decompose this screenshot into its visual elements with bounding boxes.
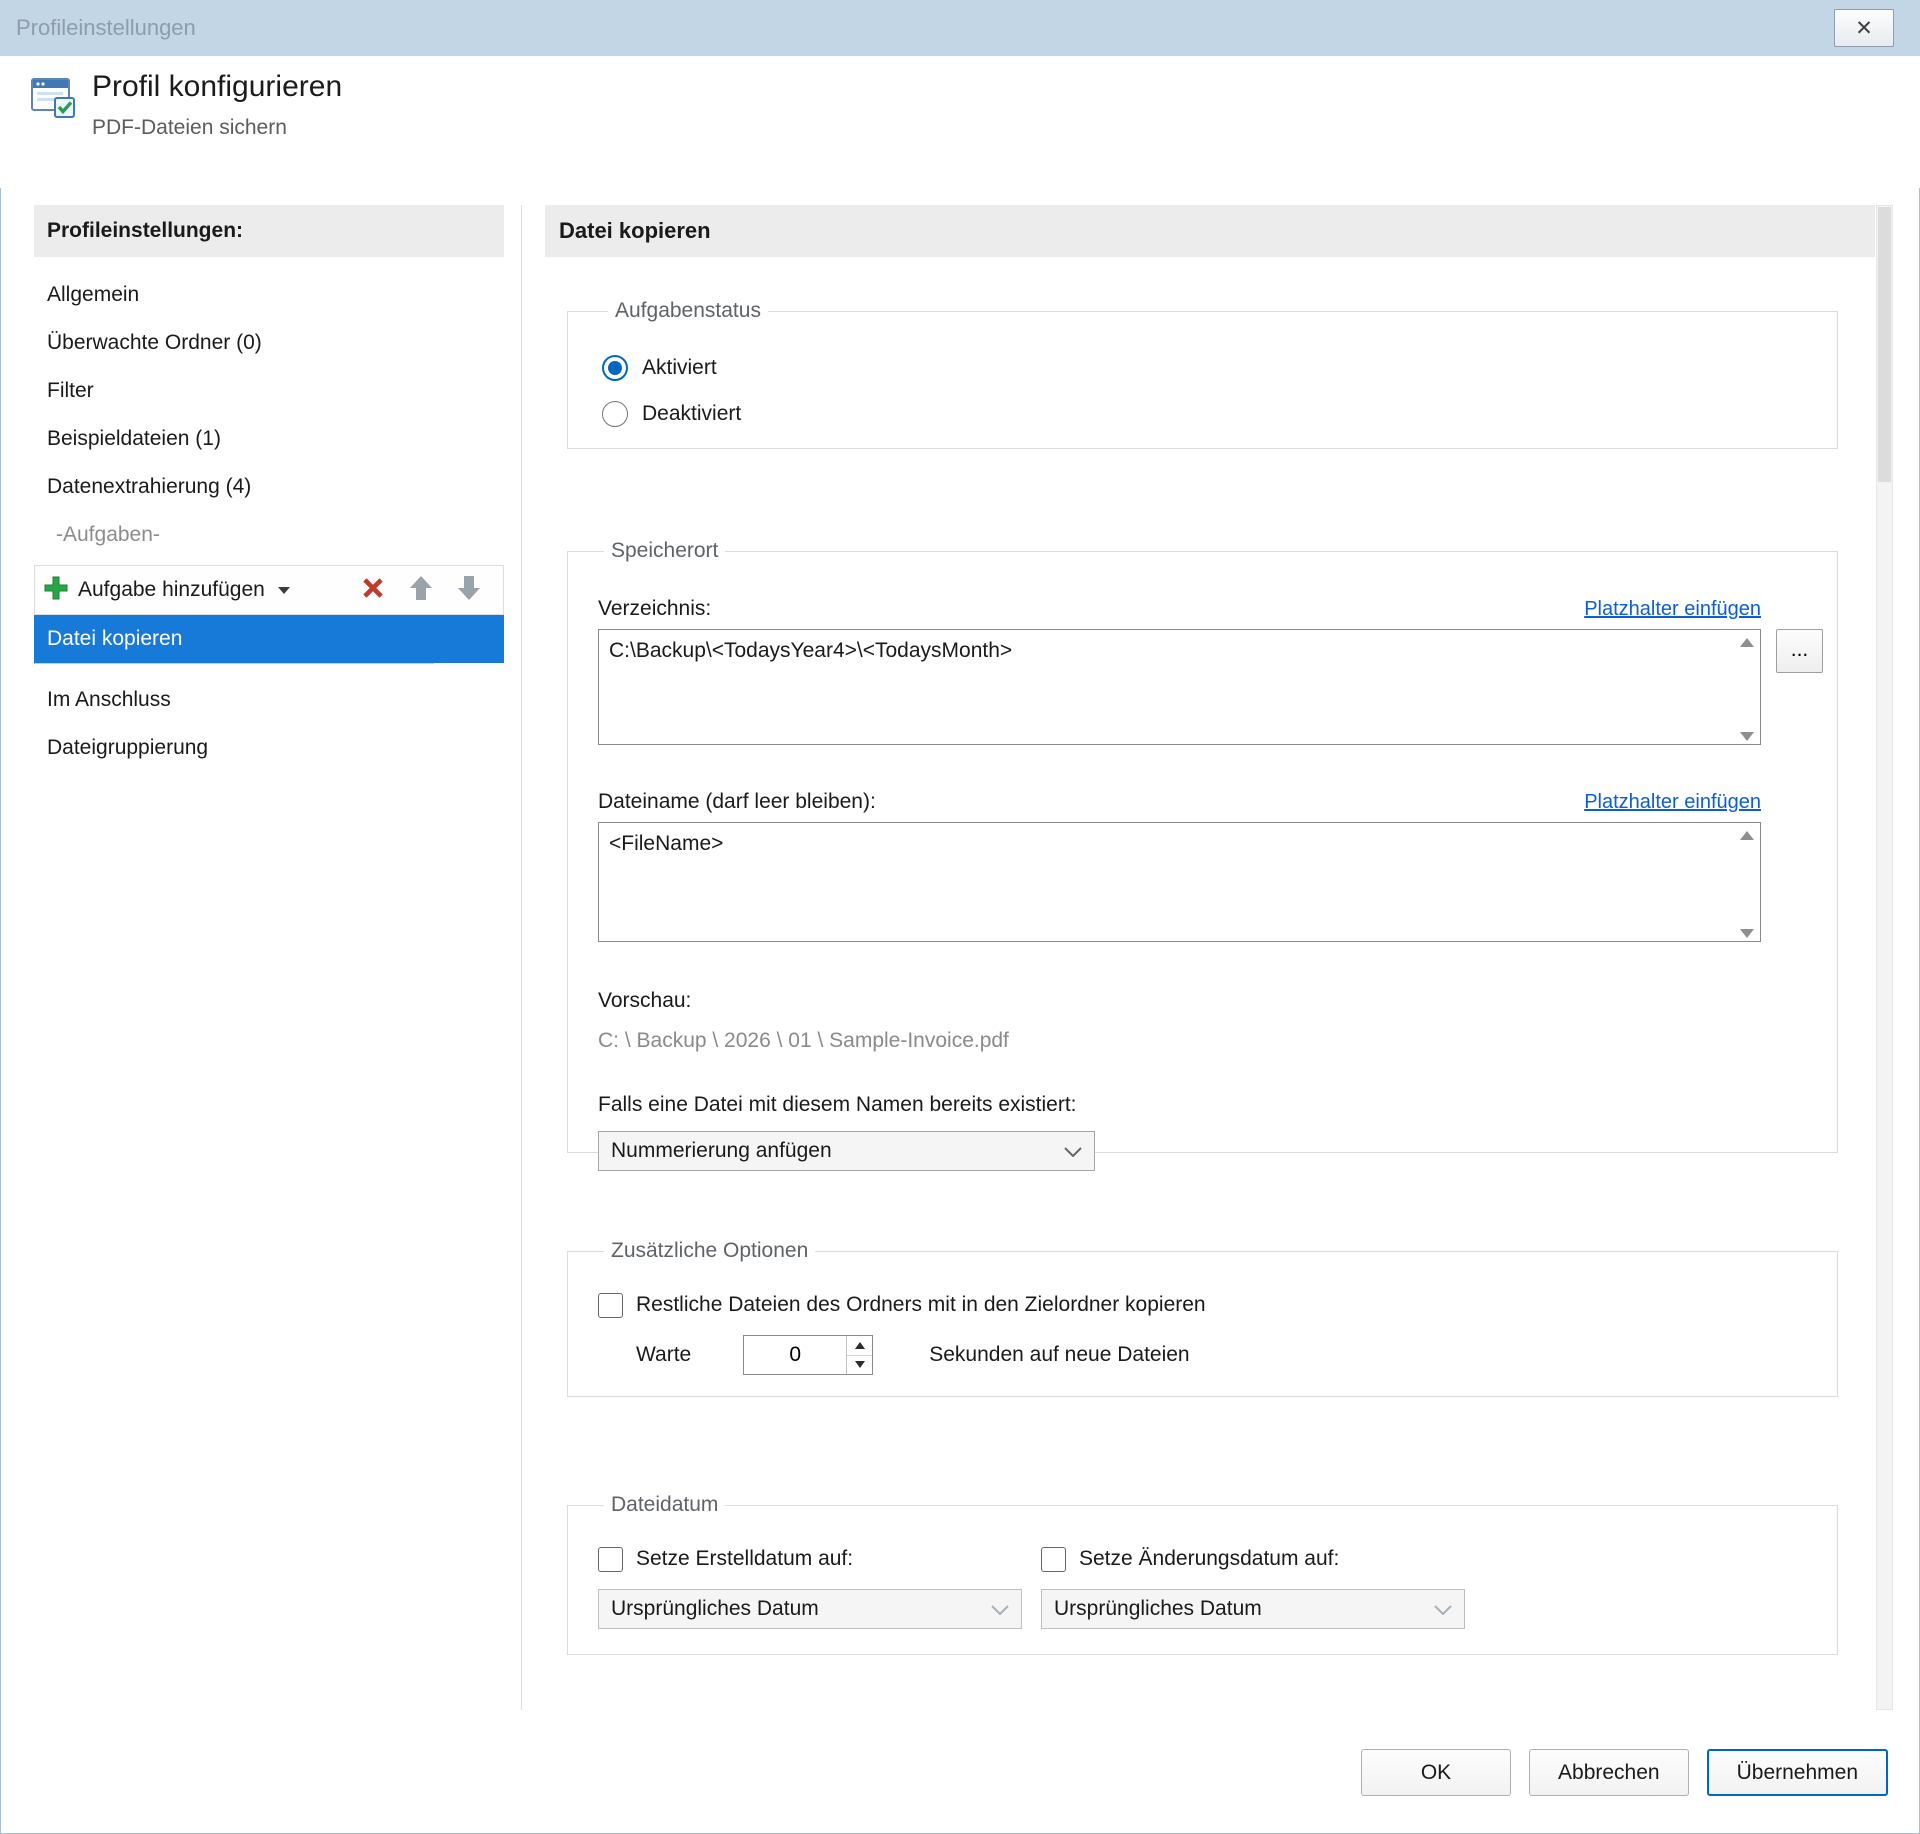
page-title: Profil konfigurieren xyxy=(92,70,342,104)
chevron-down-icon xyxy=(991,1597,1009,1621)
dialog-header: Profil konfigurieren PDF-Dateien sichern xyxy=(0,56,1920,188)
close-button[interactable]: ✕ xyxy=(1834,9,1894,47)
task-status-group: Aufgabenstatus Aktiviert Deaktiviert xyxy=(567,299,1838,449)
radio-aktiviert-label: Aktiviert xyxy=(642,356,717,380)
created-date-column: Setze Erstelldatum auf: Ursprüngliches D… xyxy=(598,1543,1022,1629)
vertical-scrollbar[interactable] xyxy=(1876,205,1893,1710)
chevron-down-icon xyxy=(1434,1597,1452,1621)
task-item-im-anschluss[interactable]: Im Anschluss xyxy=(34,676,504,724)
file-exists-label: Falls eine Datei mit diesem Namen bereit… xyxy=(598,1093,1837,1117)
arrow-down-icon xyxy=(456,574,482,607)
chevron-down-icon xyxy=(1064,1139,1082,1163)
sidebar-item-filter[interactable]: Filter xyxy=(34,367,504,415)
modified-date-dropdown-value: Ursprüngliches Datum xyxy=(1054,1597,1262,1621)
modified-date-dropdown[interactable]: Ursprüngliches Datum xyxy=(1041,1589,1465,1629)
sidebar-item-beispieldateien[interactable]: Beispieldateien (1) xyxy=(34,415,504,463)
insert-placeholder-link-filename[interactable]: Platzhalter einfügen xyxy=(1584,791,1761,814)
tasks-section-label: -Aufgaben- xyxy=(34,511,504,559)
move-task-up-button[interactable] xyxy=(401,570,441,610)
wait-seconds-stepper xyxy=(743,1335,873,1375)
sidebar-item-allgemein[interactable]: Allgemein xyxy=(34,271,504,319)
created-date-dropdown-value: Ursprüngliches Datum xyxy=(611,1597,819,1621)
window-title: Profileinstellungen xyxy=(16,0,196,56)
stepper-up-button[interactable] xyxy=(847,1336,872,1356)
task-status-legend: Aufgabenstatus xyxy=(608,299,768,323)
scrollbar-thumb[interactable] xyxy=(1878,207,1891,482)
scroll-up-icon[interactable] xyxy=(1740,831,1754,840)
radio-deaktiviert-label: Deaktiviert xyxy=(642,402,741,426)
sidebar-item-datenextrahierung[interactable]: Datenextrahierung (4) xyxy=(34,463,504,511)
radio-deaktiviert[interactable] xyxy=(602,401,628,427)
main-panel-title: Datei kopieren xyxy=(545,205,1875,257)
close-icon: ✕ xyxy=(1855,16,1873,41)
sidebar-item-ueberwachte-ordner[interactable]: Überwachte Ordner (0) xyxy=(34,319,504,367)
triangle-up-icon xyxy=(855,1342,865,1349)
wait-label: Warte xyxy=(636,1343,691,1367)
additional-options-group: Zusätzliche Optionen Restliche Dateien d… xyxy=(567,1239,1838,1397)
wait-seconds-input[interactable] xyxy=(744,1336,846,1374)
profile-window-icon xyxy=(30,74,76,125)
scroll-up-icon[interactable] xyxy=(1740,638,1754,647)
additional-options-legend: Zusätzliche Optionen xyxy=(604,1239,815,1263)
copy-rest-row: Restliche Dateien des Ordners mit in den… xyxy=(598,1289,1837,1321)
delete-icon xyxy=(360,575,386,606)
task-item-dateigruppierung[interactable]: Dateigruppierung xyxy=(34,724,504,772)
page-subtitle: PDF-Dateien sichern xyxy=(92,116,287,140)
directory-label: Verzeichnis: xyxy=(598,597,711,621)
filename-label: Dateiname (darf leer bleiben): xyxy=(598,790,876,814)
radio-row-aktiviert: Aktiviert xyxy=(602,345,1837,391)
dialog-footer: OK Abbrechen Übernehmen xyxy=(1361,1749,1888,1796)
plus-icon xyxy=(43,575,69,606)
radio-aktiviert[interactable] xyxy=(602,355,628,381)
preview-path: C: \ Backup \ 2026 \ 01 \ Sample-Invoice… xyxy=(598,1029,1837,1053)
preview-label: Vorschau: xyxy=(598,989,1837,1013)
triangle-down-icon xyxy=(855,1361,865,1368)
cancel-button[interactable]: Abbrechen xyxy=(1529,1749,1689,1796)
storage-location-group: Speicherort Verzeichnis: Platzhalter ein… xyxy=(567,539,1838,1153)
apply-button[interactable]: Übernehmen xyxy=(1707,1749,1888,1796)
wait-suffix-label: Sekunden auf neue Dateien xyxy=(929,1343,1189,1367)
modified-date-column: Setze Änderungsdatum auf: Ursprüngliches… xyxy=(1041,1543,1465,1629)
radio-row-deaktiviert: Deaktiviert xyxy=(602,391,1837,437)
set-modified-date-label: Setze Änderungsdatum auf: xyxy=(1079,1547,1339,1571)
sidebar-header: Profileinstellungen: xyxy=(34,205,504,257)
add-task-button[interactable]: Aufgabe hinzufügen xyxy=(43,575,290,606)
file-date-group: Dateidatum Setze Erstelldatum auf: Urspr… xyxy=(567,1493,1838,1655)
created-date-dropdown[interactable]: Ursprüngliches Datum xyxy=(598,1589,1022,1629)
arrow-up-icon xyxy=(408,574,434,607)
sidebar-main-divider xyxy=(521,205,522,1710)
filename-input[interactable]: <FileName> xyxy=(598,822,1761,942)
task-item-datei-kopieren[interactable]: Datei kopieren xyxy=(34,615,504,663)
scroll-down-icon[interactable] xyxy=(1740,732,1754,741)
delete-task-button[interactable] xyxy=(353,570,393,610)
copy-rest-checkbox[interactable] xyxy=(598,1293,623,1318)
file-date-legend: Dateidatum xyxy=(604,1493,725,1517)
set-created-date-label: Setze Erstelldatum auf: xyxy=(636,1547,853,1571)
set-created-date-checkbox[interactable] xyxy=(598,1547,623,1572)
titlebar: Profileinstellungen ✕ xyxy=(0,0,1920,56)
sidebar: Profileinstellungen: Allgemein Überwacht… xyxy=(34,205,504,772)
file-exists-dropdown-value: Nummerierung anfügen xyxy=(611,1139,832,1163)
directory-input[interactable]: C:\Backup\<TodaysYear4>\<TodaysMonth> xyxy=(598,629,1761,745)
task-toolbar: Aufgabe hinzufügen xyxy=(34,565,504,615)
insert-placeholder-link-directory[interactable]: Platzhalter einfügen xyxy=(1584,598,1761,621)
move-task-down-button[interactable] xyxy=(449,570,489,610)
add-task-label: Aufgabe hinzufügen xyxy=(78,578,265,602)
scroll-down-icon[interactable] xyxy=(1740,929,1754,938)
main-panel: Datei kopieren Aufgabenstatus Aktiviert … xyxy=(545,205,1875,1655)
browse-directory-button[interactable]: ... xyxy=(1776,629,1823,673)
file-exists-dropdown[interactable]: Nummerierung anfügen xyxy=(598,1131,1095,1171)
copy-rest-label: Restliche Dateien des Ordners mit in den… xyxy=(636,1293,1206,1317)
storage-location-legend: Speicherort xyxy=(604,539,725,563)
ok-button[interactable]: OK xyxy=(1361,1749,1511,1796)
task-list-divider xyxy=(34,663,434,664)
stepper-down-button[interactable] xyxy=(847,1356,872,1375)
sidebar-nav: Allgemein Überwachte Ordner (0) Filter B… xyxy=(34,271,504,511)
chevron-down-icon xyxy=(278,587,290,594)
set-modified-date-checkbox[interactable] xyxy=(1041,1547,1066,1572)
wait-row: Warte Sekunden auf neue Dateien xyxy=(636,1335,1837,1375)
